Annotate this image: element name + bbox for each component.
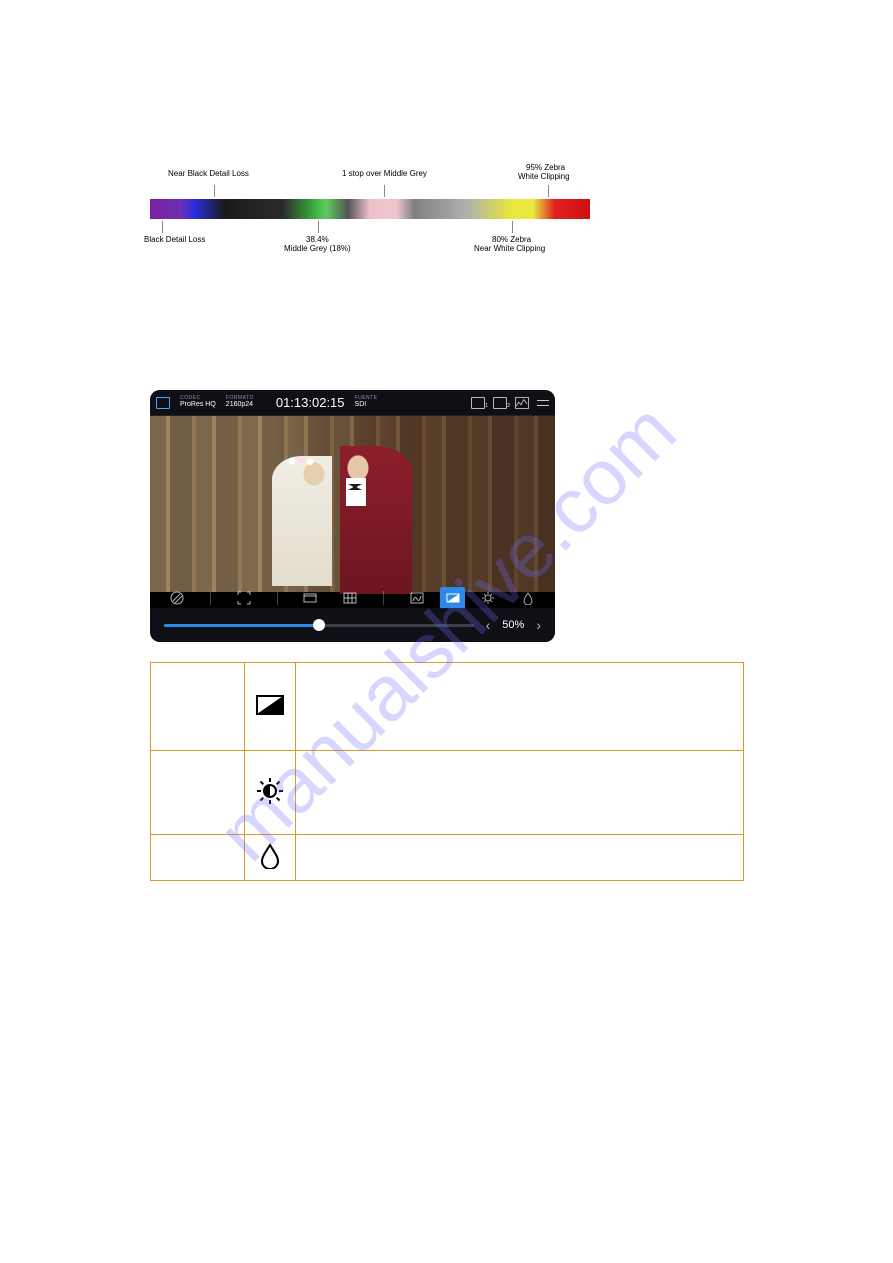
label-80zebra-line2: Near White Clipping bbox=[474, 244, 545, 254]
tint-drop-icon[interactable] bbox=[521, 591, 535, 605]
source-value: SDI bbox=[355, 401, 378, 409]
false-color-icon[interactable] bbox=[410, 591, 424, 605]
cell-desc-zebra-indicator: The zebra overlay indicates exposure lev… bbox=[296, 663, 744, 751]
codec-group[interactable]: CÓDEC ProRes HQ bbox=[180, 396, 216, 409]
cell-label-zebra-color: Zebra color bbox=[151, 835, 245, 881]
tick bbox=[548, 185, 549, 197]
cell-icon-zebra-levels bbox=[245, 751, 296, 835]
spectrum-bottom-labels: Black Detail Loss 38.4% Middle Grey (18%… bbox=[150, 219, 590, 259]
level-value: 50% bbox=[502, 619, 524, 631]
spectrum-gradient-bar bbox=[150, 199, 590, 219]
toolbar-separator bbox=[210, 591, 211, 605]
cell-label-zebra-levels: Zebra levels bbox=[151, 751, 245, 835]
tick bbox=[384, 185, 385, 197]
preview-monitor[interactable] bbox=[150, 416, 555, 592]
label-black-loss: Black Detail Loss bbox=[144, 235, 205, 245]
cell-icon-zebra-indicator bbox=[245, 663, 296, 751]
toolbar-separator bbox=[383, 591, 384, 605]
drop-icon bbox=[259, 843, 281, 872]
preview-flower-crown bbox=[286, 454, 316, 468]
table-row: Zebra levels Tap the arrows or drag the … bbox=[151, 751, 744, 835]
frame-guides-icon[interactable] bbox=[303, 591, 317, 605]
storage-2-icon[interactable]: 2 bbox=[493, 397, 507, 409]
settings-sliders-icon[interactable] bbox=[537, 397, 549, 409]
topbar-right-icons: 1 2 bbox=[471, 397, 549, 409]
format-group[interactable]: FORMATO 2160p24 bbox=[226, 396, 254, 409]
preview-collar bbox=[346, 478, 366, 506]
grid-icon[interactable] bbox=[343, 591, 357, 605]
cell-icon-zebra-color bbox=[245, 835, 296, 881]
label-middle-grey: Middle Grey (18%) bbox=[284, 244, 351, 254]
cell-desc-zebra-color: Select a zebra color. bbox=[296, 835, 744, 881]
label-95zebra-line2: White Clipping bbox=[518, 172, 570, 182]
cell-desc-zebra-levels: Tap the arrows or drag the slider to set… bbox=[296, 751, 744, 835]
zebra-info-table: Zebra indicator The zebra overlay indica… bbox=[150, 662, 744, 881]
zebra-contrast-icon-active[interactable] bbox=[440, 587, 465, 609]
preview-subject-left bbox=[272, 456, 332, 586]
focus-assist-icon[interactable] bbox=[237, 591, 251, 605]
cell-label-zebra-indicator: Zebra indicator bbox=[151, 663, 245, 751]
device-ui-frame: CÓDEC ProRes HQ FORMATO 2160p24 01:13:02… bbox=[150, 390, 555, 642]
chevron-left-icon[interactable]: ‹ bbox=[486, 617, 491, 633]
slider-fill bbox=[164, 624, 319, 627]
tick bbox=[214, 185, 215, 197]
zebra-icon[interactable] bbox=[170, 591, 184, 605]
timecode[interactable]: 01:13:02:15 bbox=[276, 395, 345, 410]
level-slider[interactable] bbox=[164, 624, 474, 627]
brightness-gear-icon[interactable] bbox=[481, 591, 495, 605]
device-topbar: CÓDEC ProRes HQ FORMATO 2160p24 01:13:02… bbox=[150, 390, 555, 416]
label-near-black: Near Black Detail Loss bbox=[168, 169, 249, 179]
storage-1-icon[interactable]: 1 bbox=[471, 397, 485, 409]
format-value: 2160p24 bbox=[226, 401, 254, 409]
table-row: Zebra indicator The zebra overlay indica… bbox=[151, 663, 744, 751]
tick bbox=[512, 221, 513, 233]
chevron-right-icon[interactable]: › bbox=[536, 617, 541, 633]
scopes-icon[interactable] bbox=[515, 397, 529, 409]
overlay-toolbar bbox=[150, 588, 555, 608]
source-group[interactable]: FUENTE SDI bbox=[355, 396, 378, 409]
toolbar-separator bbox=[277, 591, 278, 605]
sun-gear-icon bbox=[255, 776, 285, 809]
false-color-spectrum: Near Black Detail Loss 1 stop over Middl… bbox=[150, 163, 590, 259]
codec-value: ProRes HQ bbox=[180, 401, 216, 409]
contrast-rectangle-icon bbox=[256, 695, 284, 718]
preview-subject-right bbox=[340, 446, 412, 594]
label-stop-over: 1 stop over Middle Grey bbox=[342, 169, 427, 179]
tick bbox=[318, 221, 319, 233]
spectrum-top-labels: Near Black Detail Loss 1 stop over Middl… bbox=[150, 163, 590, 199]
record-frame-icon[interactable] bbox=[156, 397, 170, 409]
table-row: Zebra color Select a zebra color. bbox=[151, 835, 744, 881]
tick bbox=[162, 221, 163, 233]
gradient bbox=[150, 199, 590, 219]
slider-thumb[interactable] bbox=[313, 619, 325, 631]
bottom-slider-bar: ‹ 50% › bbox=[150, 608, 555, 642]
